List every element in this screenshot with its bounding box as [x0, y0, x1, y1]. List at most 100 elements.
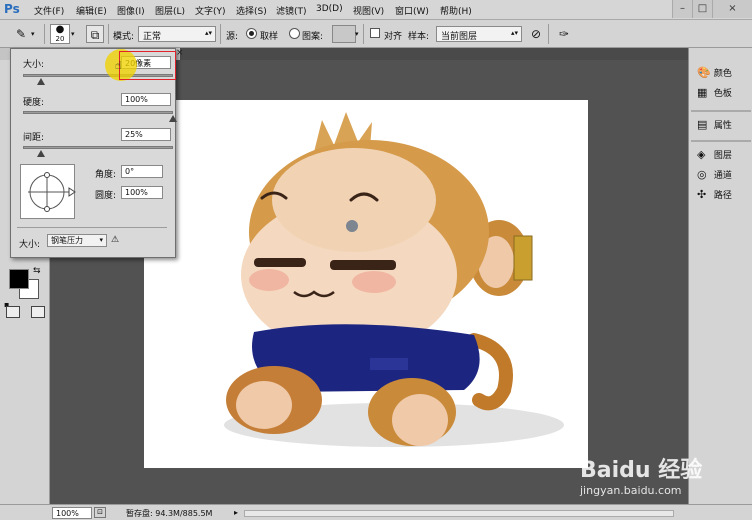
panel-layers-label: 图层 — [713, 151, 732, 161]
hardness-slider-thumb[interactable] — [169, 115, 177, 122]
brush-picker-arrow-icon[interactable]: ▾ — [71, 30, 75, 38]
hardness-slider-track[interactable] — [23, 111, 173, 114]
panel-color[interactable]: 🎨 颜色 — [697, 66, 732, 84]
menu-window[interactable]: 窗口(W) — [395, 4, 429, 17]
swap-colors-icon[interactable]: ⇆ — [33, 266, 41, 276]
separator — [44, 24, 45, 44]
maximize-button[interactable]: □ — [692, 0, 712, 18]
angle-label: 角度: — [95, 170, 117, 180]
size-slider-thumb[interactable] — [37, 78, 45, 85]
menu-filter[interactable]: 滤镜(T) — [276, 4, 307, 17]
hardness-label: 硬度: — [23, 98, 45, 108]
swatches-icon: ▦ — [697, 86, 708, 99]
pattern-picker[interactable] — [332, 25, 356, 43]
properties-icon: ▤ — [697, 118, 708, 131]
zoom-field[interactable]: 100% — [52, 507, 92, 519]
panel-dock: 🎨 颜色 ▦ 色板 ▤ 属性 ◈ 图层 ◎ 通道 ✣ 路径 — [688, 48, 752, 520]
menu-help[interactable]: 帮助(H) — [440, 4, 472, 17]
mode-label: 模式: — [113, 32, 135, 42]
document-image[interactable] — [144, 100, 588, 468]
panel-divider — [691, 140, 751, 142]
panel-paths[interactable]: ✣ 路径 — [697, 188, 732, 206]
panel-swatches-label: 色板 — [713, 89, 732, 99]
channels-icon: ◎ — [697, 168, 707, 181]
monkey-plush-image — [224, 112, 564, 447]
spacing-label: 间距: — [23, 133, 45, 143]
warning-icon: ⚠ — [111, 235, 120, 245]
spacing-input[interactable]: 25% — [121, 128, 171, 141]
dropdown-arrow-icon: ▴▾ — [510, 29, 518, 37]
status-info-icon[interactable]: ⊡ — [94, 507, 106, 518]
panel-layers[interactable]: ◈ 图层 — [697, 148, 732, 166]
sample-dropdown[interactable]: 当前图层 ▴▾ — [436, 26, 522, 42]
close-button[interactable]: × — [712, 0, 752, 18]
annotation-highlight-box — [119, 51, 176, 80]
brush-size-readout: 20 — [55, 35, 65, 43]
size-control-label: 大小: — [19, 240, 41, 250]
menu-bar: Ps 文件(F) 编辑(E) 图像(I) 图层(L) 文字(Y) 选择(S) 滤… — [0, 0, 752, 20]
status-menu-arrow-icon[interactable]: ▸ — [234, 508, 238, 517]
hardness-input[interactable]: 100% — [121, 93, 171, 106]
menu-file[interactable]: 文件(F) — [34, 4, 64, 17]
minimize-button[interactable]: – — [672, 0, 692, 18]
panel-paths-label: 路径 — [713, 191, 732, 201]
status-bar: 100% ⊡ 暂存盘: 94.3M/885.5M ▸ — [0, 504, 752, 520]
size-control-dropdown[interactable]: 钢笔压力 ▾ — [47, 234, 107, 247]
foreground-color-swatch[interactable] — [9, 269, 29, 289]
menu-image[interactable]: 图像(I) — [117, 4, 145, 17]
mode-dropdown[interactable]: 正常 ▴▾ — [138, 26, 216, 42]
separator — [363, 24, 364, 44]
angle-input[interactable]: 0° — [121, 165, 163, 178]
layers-icon: ◈ — [697, 148, 706, 161]
color-palette-icon: 🎨 — [697, 66, 711, 79]
dropdown-arrow-icon: ▾ — [99, 236, 103, 244]
pattern-radio[interactable] — [289, 28, 300, 39]
pattern-picker-arrow-icon[interactable]: ▾ — [355, 30, 359, 38]
menu-layer[interactable]: 图层(L) — [155, 4, 185, 17]
aligned-checkbox[interactable] — [370, 28, 380, 38]
dropdown-arrow-icon: ▴▾ — [204, 29, 212, 37]
menu-3d[interactable]: 3D(D) — [316, 4, 343, 14]
scratch-disk-info: 暂存盘: 94.3M/885.5M — [126, 509, 213, 518]
source-label: 源: — [226, 32, 239, 42]
aligned-label: 对齐 — [384, 32, 403, 42]
quick-mask-icon[interactable] — [6, 306, 20, 318]
watermark-url: jingyan.baidu.com — [580, 484, 682, 497]
pressure-size-icon[interactable]: ✑ — [555, 25, 573, 43]
brush-preset-picker[interactable]: ● 20 — [50, 24, 70, 44]
roundness-label: 圆度: — [95, 191, 117, 201]
clone-source-panel-icon[interactable]: ⧉ — [86, 25, 104, 43]
horizontal-scrollbar[interactable] — [244, 510, 674, 517]
menu-edit[interactable]: 编辑(E) — [76, 4, 107, 17]
panel-divider — [691, 110, 751, 112]
panel-channels[interactable]: ◎ 通道 — [697, 168, 732, 186]
separator — [220, 24, 221, 44]
roundness-input[interactable]: 100% — [121, 186, 163, 199]
panel-properties[interactable]: ▤ 属性 — [697, 118, 732, 136]
paths-icon: ✣ — [697, 188, 707, 201]
brush-angle-icon — [28, 172, 76, 212]
mode-value: 正常 — [143, 32, 162, 42]
photoshop-logo: Ps — [4, 2, 20, 16]
baidu-watermark: Baidu 经验 — [580, 458, 703, 483]
sample-label: 样本: — [408, 32, 430, 42]
separator — [548, 24, 549, 44]
panel-swatches[interactable]: ▦ 色板 — [697, 86, 732, 104]
size-label: 大小: — [23, 60, 45, 70]
screen-mode-icon[interactable] — [31, 306, 45, 318]
ignore-adjustment-layers-icon[interactable]: ⊘ — [527, 25, 545, 43]
panel-properties-label: 属性 — [713, 121, 732, 131]
tool-preset-arrow-icon[interactable]: ▾ — [31, 30, 35, 38]
panel-channels-label: 通道 — [713, 171, 732, 181]
close-document-icon[interactable]: × — [176, 48, 184, 58]
spacing-slider-thumb[interactable] — [37, 150, 45, 157]
brush-tip-preview[interactable] — [20, 164, 76, 219]
clone-stamp-tool-icon[interactable]: ✎ — [12, 25, 30, 43]
sampled-radio[interactable] — [246, 28, 257, 39]
menu-select[interactable]: 选择(S) — [236, 4, 267, 17]
size-control-value: 钢笔压力 — [51, 236, 83, 245]
menu-type[interactable]: 文字(Y) — [195, 4, 226, 17]
menu-view[interactable]: 视图(V) — [353, 4, 384, 17]
spacing-slider-track[interactable] — [23, 146, 173, 149]
popup-divider — [17, 227, 167, 228]
